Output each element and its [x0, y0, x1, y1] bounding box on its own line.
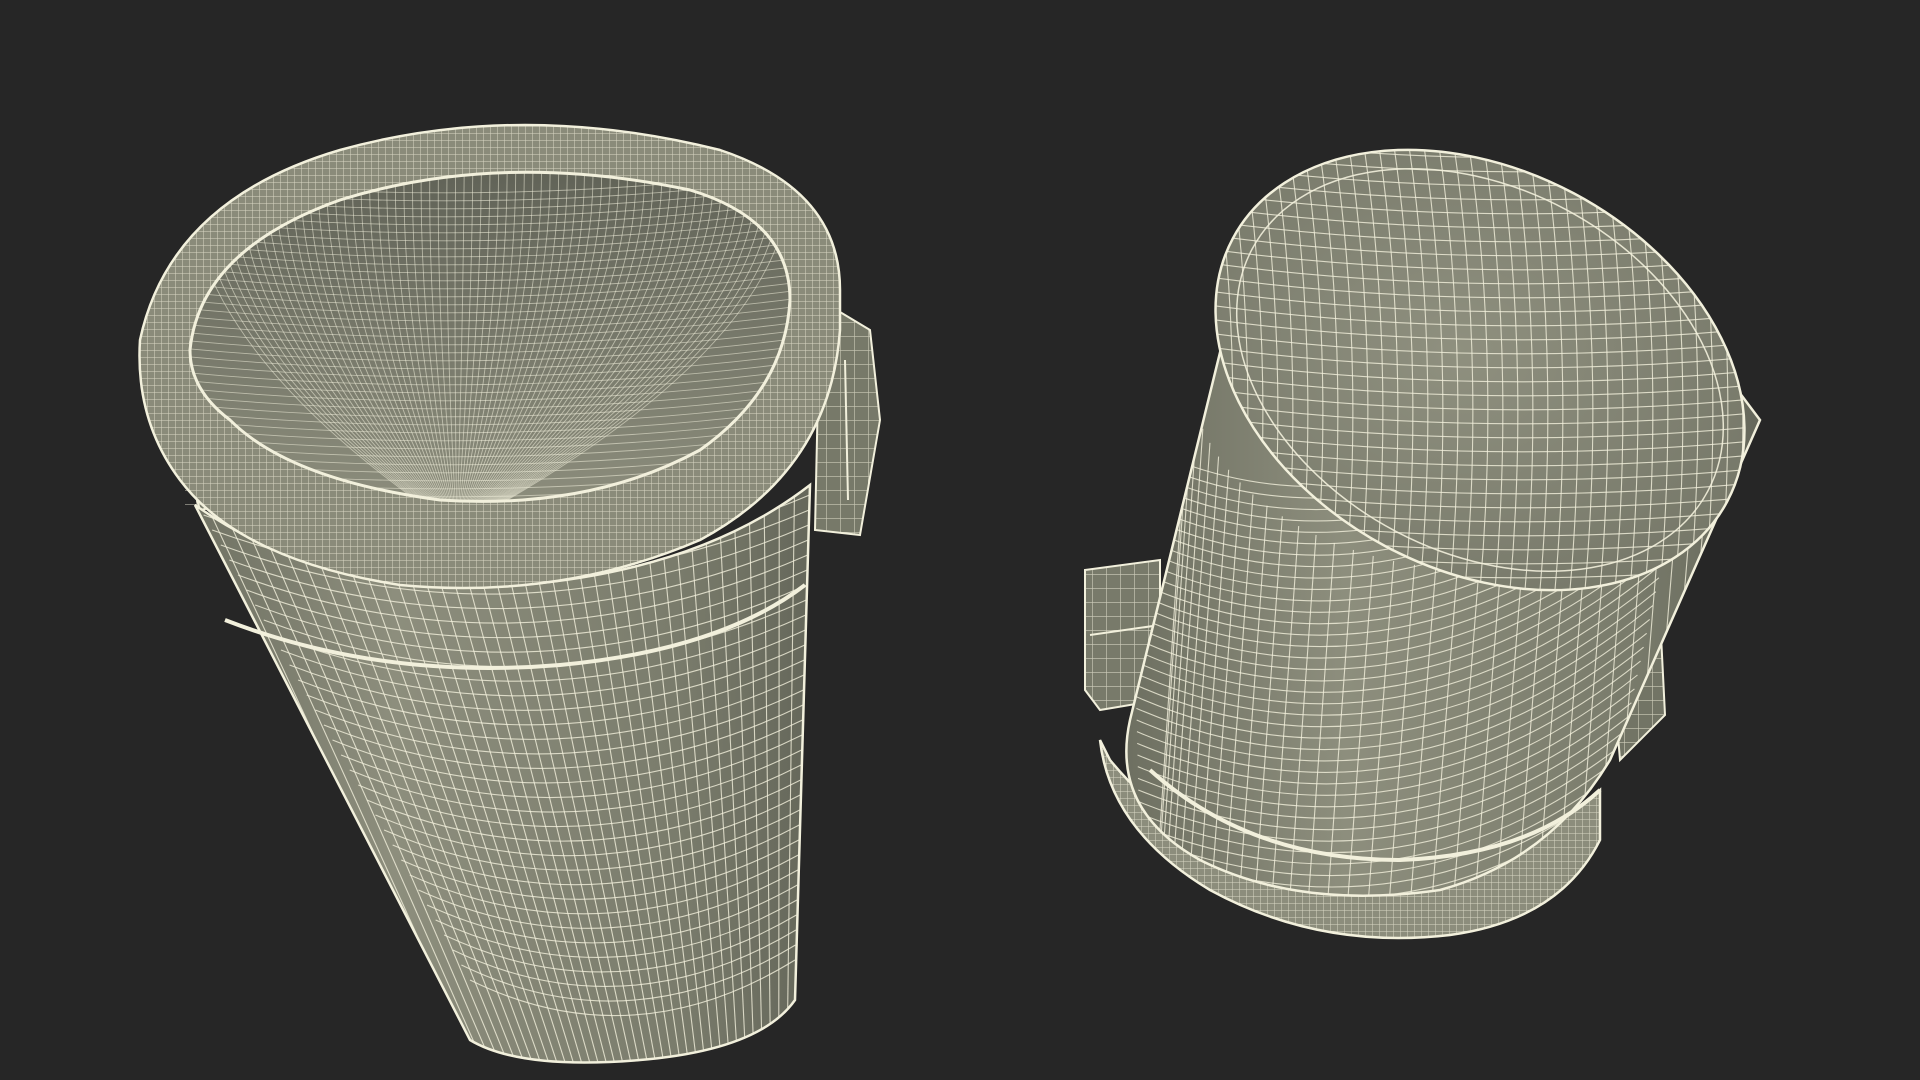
wireframe-render: [0, 0, 1920, 1080]
render-viewport: [0, 0, 1920, 1080]
